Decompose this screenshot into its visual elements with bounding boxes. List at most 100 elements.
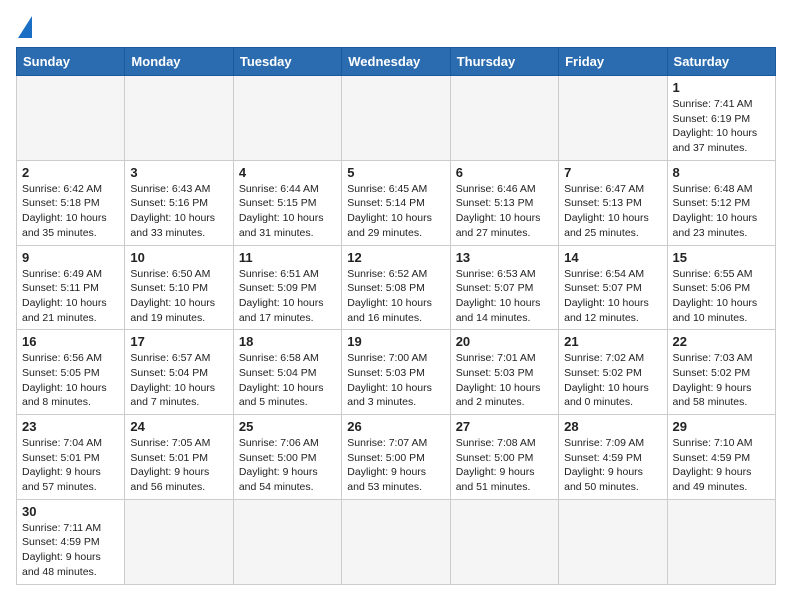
calendar-cell [667,499,775,584]
calendar-cell: 11 Sunrise: 6:51 AM Sunset: 5:09 PM Dayli… [233,245,341,330]
calendar-week-row: 9 Sunrise: 6:49 AM Sunset: 5:11 PM Daylig… [17,245,776,330]
calendar-cell [450,76,558,161]
calendar-cell: 9 Sunrise: 6:49 AM Sunset: 5:11 PM Daylig… [17,245,125,330]
calendar-cell [125,499,233,584]
calendar-cell: 29 Sunrise: 7:10 AM Sunset: 4:59 PM Dayli… [667,415,775,500]
calendar-cell: 20 Sunrise: 7:01 AM Sunset: 5:03 PM Dayli… [450,330,558,415]
day-info: Sunrise: 6:53 AM Sunset: 5:07 PM Dayligh… [456,267,553,326]
weekday-header: Wednesday [342,48,450,76]
day-info: Sunrise: 7:05 AM Sunset: 5:01 PM Dayligh… [130,436,227,495]
day-info: Sunrise: 7:41 AM Sunset: 6:19 PM Dayligh… [673,97,770,156]
day-number: 6 [456,165,553,180]
day-info: Sunrise: 7:02 AM Sunset: 5:02 PM Dayligh… [564,351,661,410]
weekday-header: Thursday [450,48,558,76]
calendar-week-row: 16 Sunrise: 6:56 AM Sunset: 5:05 PM Dayli… [17,330,776,415]
calendar-cell: 22 Sunrise: 7:03 AM Sunset: 5:02 PM Dayli… [667,330,775,415]
day-info: Sunrise: 6:45 AM Sunset: 5:14 PM Dayligh… [347,182,444,241]
weekday-header: Monday [125,48,233,76]
calendar-cell: 15 Sunrise: 6:55 AM Sunset: 5:06 PM Dayli… [667,245,775,330]
day-info: Sunrise: 6:51 AM Sunset: 5:09 PM Dayligh… [239,267,336,326]
page-header [16,16,776,39]
day-number: 20 [456,334,553,349]
calendar-cell: 24 Sunrise: 7:05 AM Sunset: 5:01 PM Dayli… [125,415,233,500]
calendar-cell [450,499,558,584]
day-number: 9 [22,250,119,265]
calendar-cell: 27 Sunrise: 7:08 AM Sunset: 5:00 PM Dayli… [450,415,558,500]
day-info: Sunrise: 6:50 AM Sunset: 5:10 PM Dayligh… [130,267,227,326]
calendar-cell: 18 Sunrise: 6:58 AM Sunset: 5:04 PM Dayli… [233,330,341,415]
day-info: Sunrise: 6:58 AM Sunset: 5:04 PM Dayligh… [239,351,336,410]
day-info: Sunrise: 7:07 AM Sunset: 5:00 PM Dayligh… [347,436,444,495]
day-info: Sunrise: 6:42 AM Sunset: 5:18 PM Dayligh… [22,182,119,241]
day-info: Sunrise: 6:44 AM Sunset: 5:15 PM Dayligh… [239,182,336,241]
day-number: 21 [564,334,661,349]
calendar-cell: 30Sunrise: 7:11 AM Sunset: 4:59 PM Dayli… [17,499,125,584]
day-info: Sunrise: 6:56 AM Sunset: 5:05 PM Dayligh… [22,351,119,410]
day-info: Sunrise: 7:10 AM Sunset: 4:59 PM Dayligh… [673,436,770,495]
calendar-week-row: 2 Sunrise: 6:42 AM Sunset: 5:18 PM Daylig… [17,160,776,245]
day-number: 28 [564,419,661,434]
day-number: 15 [673,250,770,265]
calendar-week-row: 1Sunrise: 7:41 AM Sunset: 6:19 PM Daylig… [17,76,776,161]
weekday-header: Sunday [17,48,125,76]
day-number: 2 [22,165,119,180]
day-info: Sunrise: 7:06 AM Sunset: 5:00 PM Dayligh… [239,436,336,495]
day-info: Sunrise: 7:08 AM Sunset: 5:00 PM Dayligh… [456,436,553,495]
day-info: Sunrise: 6:57 AM Sunset: 5:04 PM Dayligh… [130,351,227,410]
weekday-header-row: SundayMondayTuesdayWednesdayThursdayFrid… [17,48,776,76]
calendar-cell: 21 Sunrise: 7:02 AM Sunset: 5:02 PM Dayli… [559,330,667,415]
calendar-cell: 1Sunrise: 7:41 AM Sunset: 6:19 PM Daylig… [667,76,775,161]
calendar-cell: 17Sunrise: 6:57 AM Sunset: 5:04 PM Dayli… [125,330,233,415]
day-number: 13 [456,250,553,265]
weekday-header: Tuesday [233,48,341,76]
weekday-header: Friday [559,48,667,76]
calendar-cell: 3 Sunrise: 6:43 AM Sunset: 5:16 PM Daylig… [125,160,233,245]
day-number: 4 [239,165,336,180]
day-number: 24 [130,419,227,434]
day-info: Sunrise: 7:09 AM Sunset: 4:59 PM Dayligh… [564,436,661,495]
day-number: 3 [130,165,227,180]
calendar-cell [125,76,233,161]
calendar-cell: 13 Sunrise: 6:53 AM Sunset: 5:07 PM Dayli… [450,245,558,330]
day-info: Sunrise: 7:04 AM Sunset: 5:01 PM Dayligh… [22,436,119,495]
day-number: 19 [347,334,444,349]
calendar-cell [233,499,341,584]
day-number: 22 [673,334,770,349]
day-number: 29 [673,419,770,434]
day-number: 11 [239,250,336,265]
calendar-cell: 25Sunrise: 7:06 AM Sunset: 5:00 PM Dayli… [233,415,341,500]
day-number: 10 [130,250,227,265]
day-info: Sunrise: 6:52 AM Sunset: 5:08 PM Dayligh… [347,267,444,326]
calendar-cell: 16 Sunrise: 6:56 AM Sunset: 5:05 PM Dayli… [17,330,125,415]
day-info: Sunrise: 7:01 AM Sunset: 5:03 PM Dayligh… [456,351,553,410]
calendar-cell: 6 Sunrise: 6:46 AM Sunset: 5:13 PM Daylig… [450,160,558,245]
day-info: Sunrise: 7:03 AM Sunset: 5:02 PM Dayligh… [673,351,770,410]
calendar-cell: 8 Sunrise: 6:48 AM Sunset: 5:12 PM Daylig… [667,160,775,245]
day-info: Sunrise: 6:49 AM Sunset: 5:11 PM Dayligh… [22,267,119,326]
calendar-cell: 2 Sunrise: 6:42 AM Sunset: 5:18 PM Daylig… [17,160,125,245]
day-number: 27 [456,419,553,434]
calendar-cell: 19Sunrise: 7:00 AM Sunset: 5:03 PM Dayli… [342,330,450,415]
calendar-cell: 23 Sunrise: 7:04 AM Sunset: 5:01 PM Dayli… [17,415,125,500]
calendar-cell: 7Sunrise: 6:47 AM Sunset: 5:13 PM Daylig… [559,160,667,245]
calendar-cell: 14Sunrise: 6:54 AM Sunset: 5:07 PM Dayli… [559,245,667,330]
day-number: 16 [22,334,119,349]
day-number: 26 [347,419,444,434]
day-number: 18 [239,334,336,349]
day-number: 14 [564,250,661,265]
calendar-week-row: 23 Sunrise: 7:04 AM Sunset: 5:01 PM Dayli… [17,415,776,500]
calendar-cell: 4 Sunrise: 6:44 AM Sunset: 5:15 PM Daylig… [233,160,341,245]
calendar-cell: 26 Sunrise: 7:07 AM Sunset: 5:00 PM Dayli… [342,415,450,500]
day-info: Sunrise: 6:43 AM Sunset: 5:16 PM Dayligh… [130,182,227,241]
logo [16,16,32,39]
calendar-cell [342,76,450,161]
day-info: Sunrise: 6:48 AM Sunset: 5:12 PM Dayligh… [673,182,770,241]
day-info: Sunrise: 6:55 AM Sunset: 5:06 PM Dayligh… [673,267,770,326]
logo-triangle [18,16,32,38]
calendar-cell [17,76,125,161]
calendar-cell: 5Sunrise: 6:45 AM Sunset: 5:14 PM Daylig… [342,160,450,245]
calendar-week-row: 30Sunrise: 7:11 AM Sunset: 4:59 PM Dayli… [17,499,776,584]
day-number: 23 [22,419,119,434]
day-info: Sunrise: 6:46 AM Sunset: 5:13 PM Dayligh… [456,182,553,241]
day-number: 8 [673,165,770,180]
